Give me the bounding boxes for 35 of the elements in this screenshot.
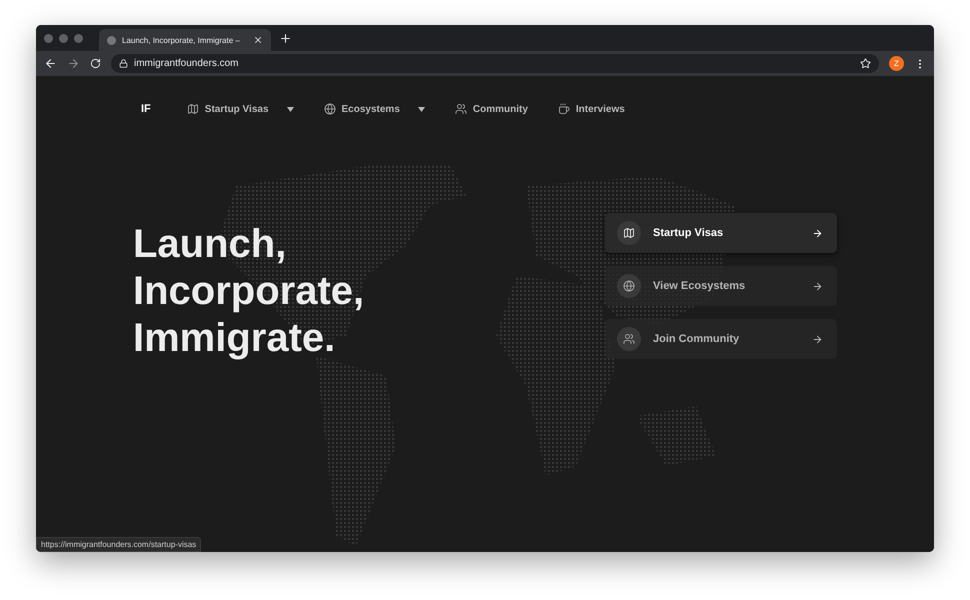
bookmark-star-icon[interactable] bbox=[860, 58, 871, 69]
action-card[interactable]: View Ecosystems bbox=[605, 266, 837, 306]
people-icon bbox=[623, 333, 635, 345]
nav-link[interactable]: Community bbox=[454, 103, 528, 115]
action-card[interactable]: Startup Visas bbox=[605, 213, 837, 253]
caret-icon bbox=[418, 106, 425, 112]
nav-link[interactable]: Interviews bbox=[558, 103, 625, 115]
nav-link[interactable]: Startup Visas bbox=[186, 103, 294, 115]
back-icon[interactable] bbox=[44, 57, 57, 70]
status-url: https://immigrantfounders.com/startup-visas bbox=[36, 537, 202, 552]
people-icon bbox=[454, 103, 467, 115]
window-minimize-icon[interactable] bbox=[59, 34, 68, 42]
globe-icon bbox=[324, 103, 336, 115]
cup-icon bbox=[558, 103, 570, 115]
map-icon bbox=[186, 103, 199, 115]
site-logo[interactable]: IF bbox=[141, 103, 151, 115]
nav-link[interactable]: Ecosystems bbox=[324, 103, 425, 115]
hero-heading: Launch, Incorporate, Immigrate. bbox=[133, 221, 364, 362]
map-icon bbox=[623, 227, 635, 239]
lock-icon bbox=[119, 59, 128, 68]
window-zoom-icon[interactable] bbox=[74, 34, 83, 42]
arrow-right-icon bbox=[812, 280, 823, 292]
forward-icon[interactable] bbox=[67, 57, 80, 70]
close-tab-icon[interactable] bbox=[253, 35, 263, 45]
arrow-right-icon bbox=[812, 228, 823, 238]
browser-tab[interactable]: Launch, Incorporate, Immigrate – bbox=[99, 29, 271, 51]
new-tab-icon[interactable] bbox=[279, 32, 292, 44]
favicon-icon bbox=[107, 36, 116, 44]
window-close-icon[interactable] bbox=[44, 34, 53, 42]
caret-icon bbox=[286, 106, 294, 112]
arrow-right-icon bbox=[812, 334, 823, 344]
globe-icon bbox=[623, 280, 635, 292]
address-field[interactable]: immigrantfounders.com bbox=[111, 54, 879, 73]
action-card[interactable]: Join Community bbox=[605, 319, 837, 359]
reload-icon[interactable] bbox=[90, 58, 101, 69]
